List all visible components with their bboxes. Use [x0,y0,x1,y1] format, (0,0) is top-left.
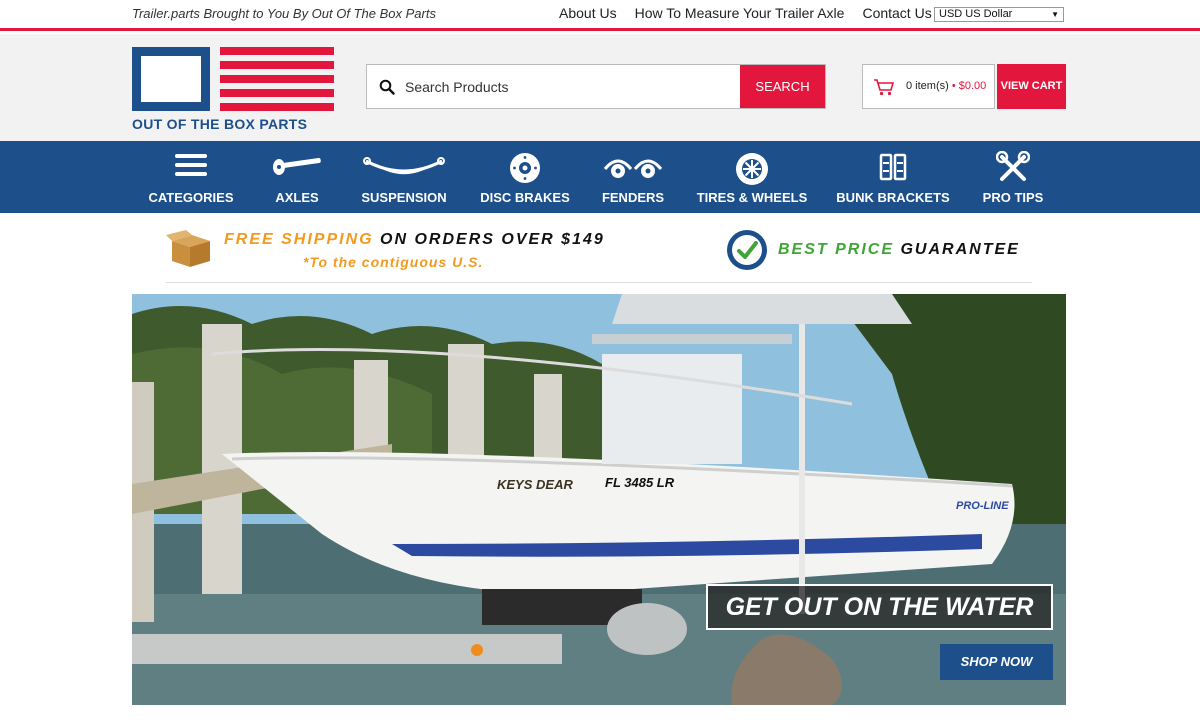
cart-summary[interactable]: 0 item(s) • $0.00 [862,64,995,109]
nav-label-axles: AXLES [275,190,319,205]
shipping-box-icon [166,230,210,267]
nav-label-fenders: FENDERS [601,190,665,205]
nav-item-categories[interactable]: CATEGORIES [140,141,242,213]
free-shipping-headline: FREE SHIPPING ON ORDERS OVER $149 [224,231,605,248]
hero-boat-photo: KEYS DEAR FL 3485 LR PRO-LINE [132,294,1066,705]
menu-icon [175,154,207,176]
contact-us-link[interactable]: Contact Us [862,5,931,21]
search-input[interactable] [405,75,735,99]
currency-select[interactable]: USD US Dollar ▼ [934,7,1064,22]
tools-icon [996,151,1030,181]
nav-label-categories: CATEGORIES [148,190,234,205]
best-price-badge-icon [727,230,767,270]
fender-icon [603,159,663,178]
currency-value: USD US Dollar [939,8,1013,20]
promo-strip: FREE SHIPPING ON ORDERS OVER $149 *To th… [166,217,1032,283]
hero-boat-name: KEYS DEAR [497,477,573,492]
shipping-note: *To the contiguous U.S. [303,254,484,270]
wheel-icon [736,153,768,185]
dropdown-caret-icon: ▼ [1051,10,1059,19]
cart-icon [874,79,895,96]
nav-item-disc-brakes[interactable]: DISC BRAKES [476,141,574,213]
nav-item-axles[interactable]: AXLES [262,141,332,213]
disc-brake-icon [510,153,540,183]
cart-status: 0 item(s) • $0.00 [906,80,987,92]
logo-box-mark [132,47,210,111]
nav-item-suspension[interactable]: SUSPENSION [354,141,454,213]
nav-item-fenders[interactable]: FENDERS [596,141,670,213]
site-logo[interactable]: OUT OF THE BOX PARTS [132,47,334,132]
top-utility-bar: Trailer.parts Brought to You By Out Of T… [0,0,1200,31]
top-links: About Us How To Measure Your Trailer Axl… [559,5,932,21]
nav-label-tires-wheels: TIRES & WHEELS [696,190,808,205]
logo-text: OUT OF THE BOX PARTS [132,116,308,132]
nav-label-bunk-brackets: BUNK BRACKETS [836,190,950,205]
search-button[interactable]: SEARCH [740,65,825,108]
cart-item-count: 0 item(s) [906,80,949,92]
hero-brand: PRO-LINE [956,500,1009,512]
hero-banner[interactable]: KEYS DEAR FL 3485 LR PRO-LINE GET OUT ON… [132,294,1066,705]
shop-now-button[interactable]: SHOP NOW [940,644,1053,680]
view-cart-button[interactable]: VIEW CART [997,64,1066,109]
site-tagline: Trailer.parts Brought to You By Out Of T… [132,6,436,21]
search-bar: SEARCH [366,64,826,109]
leaf-spring-icon [363,157,445,175]
hero-registration: FL 3485 LR [605,475,675,490]
nav-label-suspension: SUSPENSION [361,190,447,205]
nav-label-pro-tips: PRO TIPS [982,190,1044,205]
best-price-guarantee: BEST PRICE GUARANTEE [778,241,1020,258]
nav-item-tires-wheels[interactable]: TIRES & WHEELS [694,141,810,213]
nav-label-disc-brakes: DISC BRAKES [480,190,570,205]
hero-title: GET OUT ON THE WATER [706,584,1053,630]
nav-item-bunk-brackets[interactable]: BUNK BRACKETS [834,141,952,213]
axle-icon [273,157,321,175]
nav-item-pro-tips[interactable]: PRO TIPS [974,141,1052,213]
site-header: OUT OF THE BOX PARTS SEARCH 0 item(s) • … [0,34,1200,141]
about-us-link[interactable]: About Us [559,5,617,21]
measure-axle-link[interactable]: How To Measure Your Trailer Axle [635,5,845,21]
bracket-icon [879,153,907,181]
cart-total: $0.00 [958,80,987,92]
search-icon [379,79,395,95]
main-nav: CATEGORIES AXLES SUSPENSION DISC BRAKES … [0,141,1200,213]
